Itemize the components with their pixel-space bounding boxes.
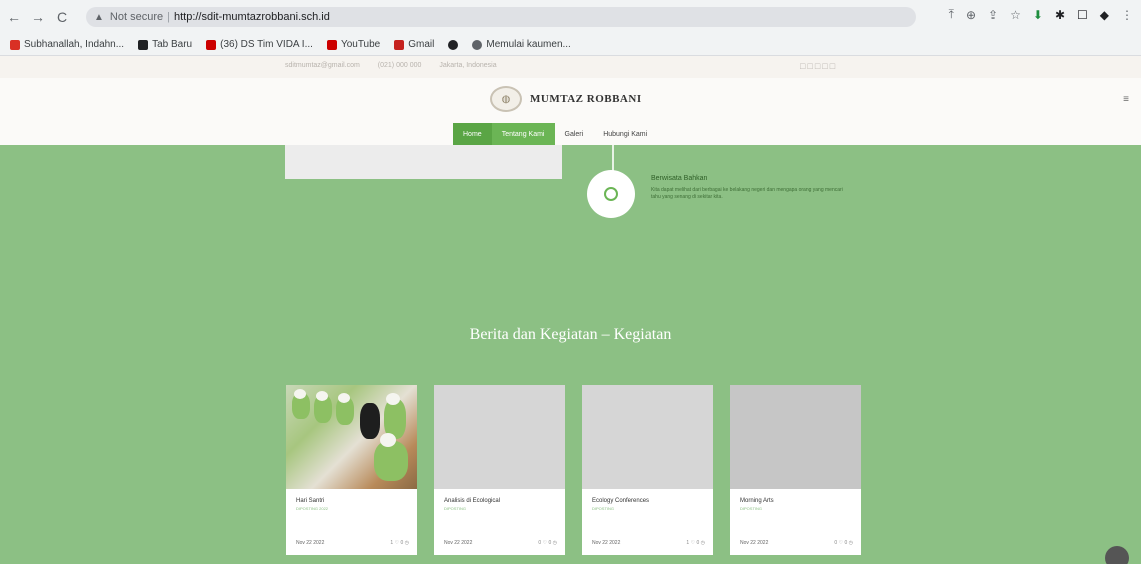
card-image <box>286 385 417 489</box>
globe-icon <box>448 39 459 50</box>
card-date: Nov 22 2022 <box>296 540 325 546</box>
address-bar[interactable]: ▲ Not secure | http://sdit-mumtazrobbani… <box>86 7 916 27</box>
card-subtitle: DIPOSTING <box>592 506 615 511</box>
card-subtitle: DIPOSTING <box>444 506 467 511</box>
bookmark-star-icon[interactable]: ☆ <box>1010 8 1021 22</box>
bookmark-label: Subhanallah, Indahn... <box>24 39 125 50</box>
back-icon[interactable]: ← <box>4 7 24 27</box>
zoom-icon[interactable]: ⊕ <box>966 8 976 22</box>
card-stats: 1 ♡ 0 ◷ <box>686 540 705 546</box>
warning-icon[interactable]: ▲ <box>94 12 104 23</box>
card-image <box>434 385 565 489</box>
card-image <box>582 385 713 489</box>
youtube-icon <box>326 39 337 50</box>
phone-text: (021) 000 000 <box>377 62 422 69</box>
bookmark-item[interactable]: Subhanallah, Indahn... <box>10 39 124 50</box>
news-card[interactable]: Hari Santri DIPOSTING 2022 Nov 22 2022 1… <box>286 385 417 555</box>
content-image-placeholder <box>285 145 562 179</box>
timeline-marker <box>587 170 635 218</box>
site-logo[interactable]: ◍ MUMTAZ ROBBANI <box>490 86 642 112</box>
bookmark-item[interactable]: (36) DS Tim VIDA I... <box>206 39 313 50</box>
school-logo-icon: ◍ <box>490 86 522 112</box>
card-image <box>730 385 861 489</box>
toolbar-actions: ⤒ ⊕ ⇪ ☆ ⬇ ✱ ☐ ◆ ⋮ <box>949 7 1133 22</box>
address-text: Jakarta, Indonesia <box>439 62 497 69</box>
card-subtitle: DIPOSTING 2022 <box>296 506 329 511</box>
bookmark-item[interactable]: Gmail <box>394 39 434 50</box>
bookmark-label: (36) DS Tim VIDA I... <box>220 39 313 50</box>
card-footer: Nov 22 2022 0 ♡ 0 ◷ <box>740 540 853 546</box>
brand-name: MUMTAZ ROBBANI <box>530 93 642 105</box>
google-icon <box>472 39 483 50</box>
menu-icon[interactable]: ≡ <box>1123 94 1129 105</box>
bookmark-item[interactable] <box>448 39 459 50</box>
news-card[interactable]: Analisis di Ecological DIPOSTING Nov 22 … <box>434 385 565 555</box>
bookmarks-bar: Subhanallah, Indahn... Tab Baru (36) DS … <box>0 34 1141 56</box>
sidepanel-icon[interactable]: ☐ <box>1077 8 1088 22</box>
share-icon[interactable]: ⤒ <box>949 7 954 22</box>
card-stats: 1 ♡ 0 ◷ <box>390 540 409 546</box>
card-title: Analisis di Ecological <box>444 498 501 504</box>
section-title: Berita dan Kegiatan – Kegiatan <box>469 326 672 343</box>
card-footer: Nov 22 2022 1 ♡ 0 ◷ <box>592 540 705 546</box>
card-footer: Nov 22 2022 0 ♡ 0 ◷ <box>444 540 557 546</box>
browser-toolbar: ← → C ▲ Not secure | http://sdit-mumtazr… <box>0 0 1141 34</box>
card-date: Nov 22 2022 <box>444 540 473 546</box>
site-header: ◍ MUMTAZ ROBBANI ≡ <box>0 78 1141 123</box>
bookmark-label: Memulai kaumen... <box>486 39 571 50</box>
timeline-title: Berwisata Bahkan <box>651 175 708 182</box>
nav-item-tentang-kami[interactable]: Tentang Kami <box>491 123 555 145</box>
bookmark-label: Gmail <box>408 39 435 50</box>
download-icon[interactable]: ⬇ <box>1033 8 1043 22</box>
card-footer: Nov 22 2022 1 ♡ 0 ◷ <box>296 540 409 546</box>
reload-icon[interactable]: C <box>52 7 72 27</box>
install-icon[interactable]: ⇪ <box>988 8 998 22</box>
nav-item-hubungi-kami[interactable]: Hubungi Kami <box>593 123 657 145</box>
website: sditmumtaz@gmail.com (021) 000 000 Jakar… <box>0 56 1141 564</box>
scroll-to-top-button[interactable] <box>1105 546 1129 564</box>
bookmark-item[interactable]: YouTube <box>326 39 381 50</box>
not-secure-label: Not secure <box>109 11 164 23</box>
card-title: Morning Arts <box>740 498 774 504</box>
gmail-icon <box>394 39 405 50</box>
menu-icon[interactable]: ⋮ <box>1121 8 1133 22</box>
bookmark-favicon-icon <box>10 39 20 50</box>
nav-item-home[interactable]: Home <box>453 123 492 145</box>
bookmark-favicon-icon <box>138 39 149 50</box>
nav-item-galeri[interactable]: Galeri <box>555 123 594 145</box>
extensions-icon[interactable]: ✱ <box>1055 8 1065 22</box>
social-icons[interactable]: □□□□□ <box>800 61 837 71</box>
bookmark-item[interactable]: Tab Baru <box>138 39 192 50</box>
card-title: Hari Santri <box>296 498 325 504</box>
bookmark-item[interactable]: Memulai kaumen... <box>472 39 571 50</box>
card-date: Nov 22 2022 <box>740 540 769 546</box>
card-title: Ecology Conferences <box>592 498 650 504</box>
diamond-icon <box>601 184 621 204</box>
contact-info: sditmumtaz@gmail.com (021) 000 000 Jakar… <box>285 62 497 69</box>
divider: | <box>167 11 170 23</box>
news-card[interactable]: Morning Arts DIPOSTING Nov 22 2022 0 ♡ 0… <box>730 385 861 555</box>
timeline-text: Kita dapat melihat dari berbagai ke bela… <box>651 187 843 200</box>
card-subtitle: DIPOSTING <box>740 506 763 511</box>
profile-icon[interactable]: ◆ <box>1100 8 1109 22</box>
url-text: http://sdit-mumtazrobbani.sch.id <box>173 11 330 23</box>
youtube-icon <box>206 39 217 50</box>
main-nav: Home Tentang Kami Galeri Hubungi Kami <box>0 123 1141 145</box>
bookmark-label: YouTube <box>340 39 381 50</box>
site-topbar: sditmumtaz@gmail.com (021) 000 000 Jakar… <box>0 56 1141 78</box>
card-stats: 0 ♡ 0 ◷ <box>834 540 853 546</box>
forward-icon[interactable]: → <box>28 7 48 27</box>
news-card[interactable]: Ecology Conferences DIPOSTING Nov 22 202… <box>582 385 713 555</box>
bookmark-label: Tab Baru <box>152 39 193 50</box>
email-text: sditmumtaz@gmail.com <box>285 62 360 69</box>
card-date: Nov 22 2022 <box>592 540 621 546</box>
card-stats: 0 ♡ 0 ◷ <box>538 540 557 546</box>
